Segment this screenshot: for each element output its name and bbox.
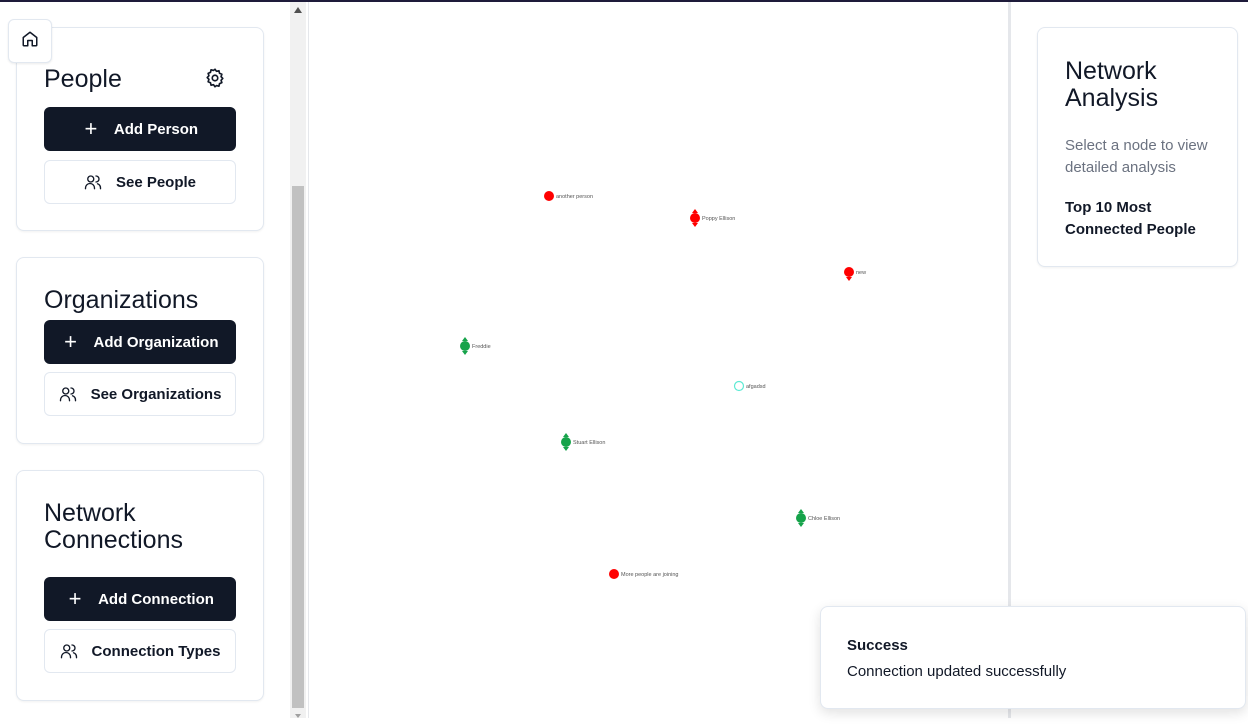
analysis-hint: Select a node to view detailed analysis bbox=[1065, 137, 1208, 176]
plus-icon: + bbox=[84, 116, 98, 141]
scroll-up-arrow-icon[interactable] bbox=[290, 2, 306, 18]
scrollbar-thumb[interactable] bbox=[292, 186, 304, 708]
see-organizations-label: See Organizations bbox=[90, 385, 222, 403]
connections-title-line2: Connections bbox=[44, 526, 183, 554]
home-icon bbox=[21, 30, 39, 53]
see-organizations-button[interactable]: See Organizations bbox=[44, 372, 236, 416]
graph-node-marker[interactable] bbox=[609, 569, 619, 579]
graph-node-marker[interactable] bbox=[690, 213, 700, 223]
edge-arrowhead-down bbox=[798, 523, 804, 527]
users-icon bbox=[59, 385, 77, 403]
add-connection-label: Add Connection bbox=[98, 590, 214, 608]
graph-node[interactable]: new bbox=[844, 267, 866, 281]
graph-node[interactable]: afgadsd bbox=[733, 380, 766, 392]
graph-node-marker[interactable] bbox=[796, 513, 806, 523]
network-analysis-title: Network Analysis bbox=[1065, 58, 1225, 112]
graph-node-label: Chloe Ellison bbox=[808, 516, 840, 522]
add-person-label: Add Person bbox=[113, 120, 199, 138]
edge-arrowhead-up bbox=[462, 337, 468, 341]
edge-arrowhead-up bbox=[692, 209, 698, 213]
graph-node[interactable]: More people are joining bbox=[609, 569, 678, 579]
plus-icon: + bbox=[64, 329, 77, 354]
add-organization-label: Add Organization bbox=[93, 333, 219, 351]
graph-node[interactable]: Poppy Ellison bbox=[690, 209, 735, 227]
connections-title-line1: Network bbox=[44, 499, 136, 527]
success-toast[interactable]: Success Connection updated successfully bbox=[820, 606, 1246, 709]
organizations-card: Organizations + Add Organization See Org… bbox=[16, 257, 264, 444]
settings-gear-icon[interactable] bbox=[204, 67, 226, 89]
analysis-title-line1: Network bbox=[1065, 57, 1157, 85]
connections-card: Network Connections + Add Connection Con… bbox=[16, 470, 264, 701]
graph-node-marker[interactable] bbox=[733, 380, 745, 392]
graph-node-marker[interactable] bbox=[844, 267, 854, 277]
analysis-title-line2: Analysis bbox=[1065, 84, 1159, 112]
home-button[interactable] bbox=[8, 19, 52, 63]
add-organization-button[interactable]: + Add Organization bbox=[44, 320, 236, 364]
graph-node[interactable]: Chloe Ellison bbox=[796, 509, 840, 527]
graph-node-label: Freddie bbox=[472, 344, 491, 350]
edge-arrowhead-down bbox=[692, 223, 698, 227]
network-analysis-card: Network Analysis Select a node to view d… bbox=[1037, 27, 1238, 267]
sidebar: People + Add Person See People Organizat… bbox=[0, 2, 290, 718]
people-title: People bbox=[44, 65, 122, 93]
toast-message: Connection updated successfully bbox=[847, 663, 1067, 680]
edge-arrowhead-down bbox=[846, 277, 852, 281]
graph-node-label: Poppy Ellison bbox=[702, 216, 735, 222]
organizations-title: Organizations bbox=[44, 286, 199, 314]
edge-arrowhead-down bbox=[563, 447, 569, 451]
connection-types-button[interactable]: Connection Types bbox=[44, 629, 236, 673]
graph-node-label: new bbox=[856, 270, 866, 276]
graph-node-marker[interactable] bbox=[544, 191, 554, 201]
edge-arrowhead-up bbox=[798, 509, 804, 513]
graph-node-label: another person bbox=[556, 194, 593, 200]
see-people-label: See People bbox=[115, 173, 197, 191]
graph-node[interactable]: Stuart Ellison bbox=[561, 433, 605, 451]
graph-node[interactable]: another person bbox=[544, 191, 593, 201]
sidebar-scrollbar[interactable] bbox=[290, 2, 306, 718]
people-card: People + Add Person See People bbox=[16, 27, 264, 231]
see-people-button[interactable]: See People bbox=[44, 160, 236, 204]
graph-node-label: afgadsd bbox=[746, 384, 766, 390]
plus-icon: + bbox=[68, 586, 82, 611]
add-person-button[interactable]: + Add Person bbox=[44, 107, 236, 151]
top10-heading: Top 10 Most Connected People bbox=[1065, 199, 1196, 238]
scroll-down-arrow-icon[interactable] bbox=[290, 708, 306, 718]
connections-title: Network Connections bbox=[44, 500, 183, 554]
toast-title: Success bbox=[847, 637, 908, 654]
users-icon bbox=[84, 173, 102, 191]
graph-node-label: Stuart Ellison bbox=[573, 440, 605, 446]
connection-types-label: Connection Types bbox=[91, 642, 221, 660]
users-icon bbox=[60, 642, 78, 660]
graph-node-marker[interactable] bbox=[561, 437, 571, 447]
graph-node[interactable]: Freddie bbox=[460, 337, 491, 355]
graph-node-marker[interactable] bbox=[460, 341, 470, 351]
add-connection-button[interactable]: + Add Connection bbox=[44, 577, 236, 621]
edge-arrowhead-down bbox=[462, 351, 468, 355]
graph-node-label: More people are joining bbox=[621, 572, 678, 578]
edge-arrowhead-up bbox=[563, 433, 569, 437]
